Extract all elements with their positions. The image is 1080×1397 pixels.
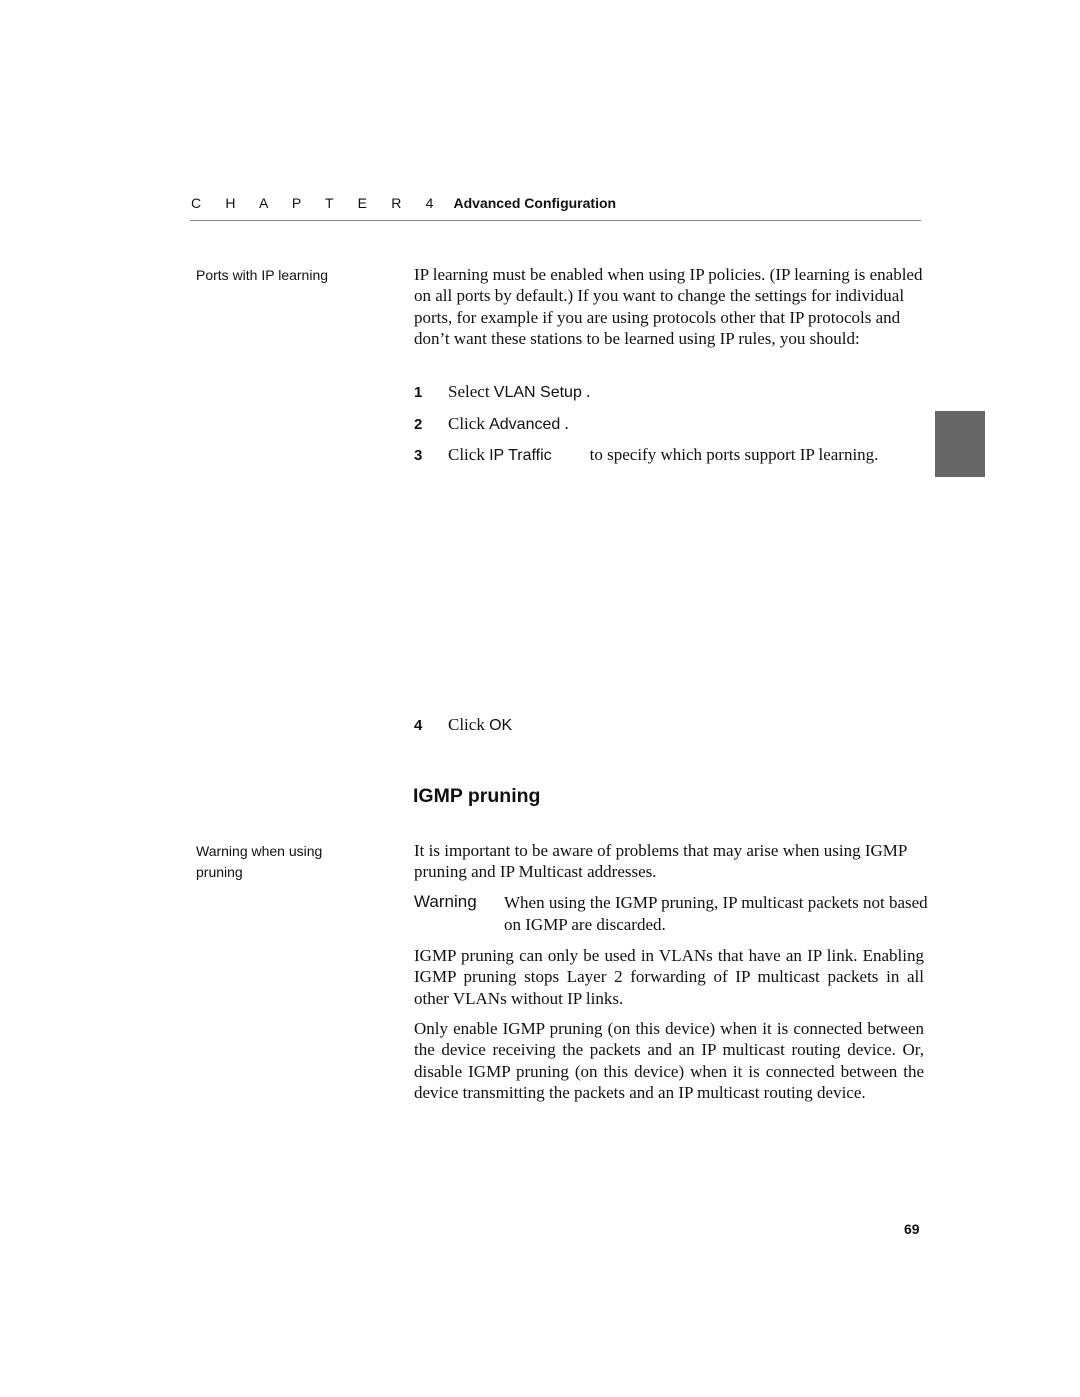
igmp-intro-paragraph: It is important to be aware of problems …	[414, 841, 907, 882]
running-header: C H A P T E R 4 Advanced Configuration	[191, 195, 616, 211]
ports-intro-paragraph: IP learning must be enabled when using I…	[414, 265, 923, 348]
ui-ref-ip-traffic: IP Traffic	[489, 447, 552, 464]
chapter-thumb-tab	[935, 411, 985, 477]
ui-ref-ok: OK	[489, 717, 513, 734]
step-1: 1 Select VLAN Setup .	[414, 382, 591, 401]
ui-ref-vlan-setup: VLAN Setup	[493, 384, 582, 401]
warning-label: Warning	[414, 892, 477, 911]
side-label-ports: Ports with IP learning	[196, 267, 329, 283]
section-heading-igmp-pruning: IGMP pruning	[413, 785, 541, 807]
warning-text: When using the IGMP pruning, IP multicas…	[504, 893, 928, 934]
step-2: 2 Click Advanced .	[414, 414, 569, 433]
side-label-warning: Warning when using pruning	[196, 843, 323, 880]
step-number: 4	[414, 717, 423, 734]
igmp-paragraph-1: IGMP pruning can only be used in VLANs t…	[414, 946, 924, 1008]
step-number: 1	[414, 384, 423, 401]
chapter-label: C H A P T E R 4	[191, 195, 444, 211]
step-3: 3 Click IP Traffic to specify which ports …	[414, 445, 879, 464]
step-4: 4 Click OK	[414, 715, 513, 734]
chapter-title: Advanced Configuration	[453, 195, 617, 211]
step-number: 2	[414, 416, 423, 433]
header-rule	[190, 220, 921, 221]
step-number: 3	[414, 447, 423, 464]
page-number: 69	[904, 1221, 920, 1237]
igmp-paragraph-2: Only enable IGMP pruning (on this device…	[414, 1019, 924, 1102]
ui-ref-advanced: Advanced	[489, 416, 561, 433]
